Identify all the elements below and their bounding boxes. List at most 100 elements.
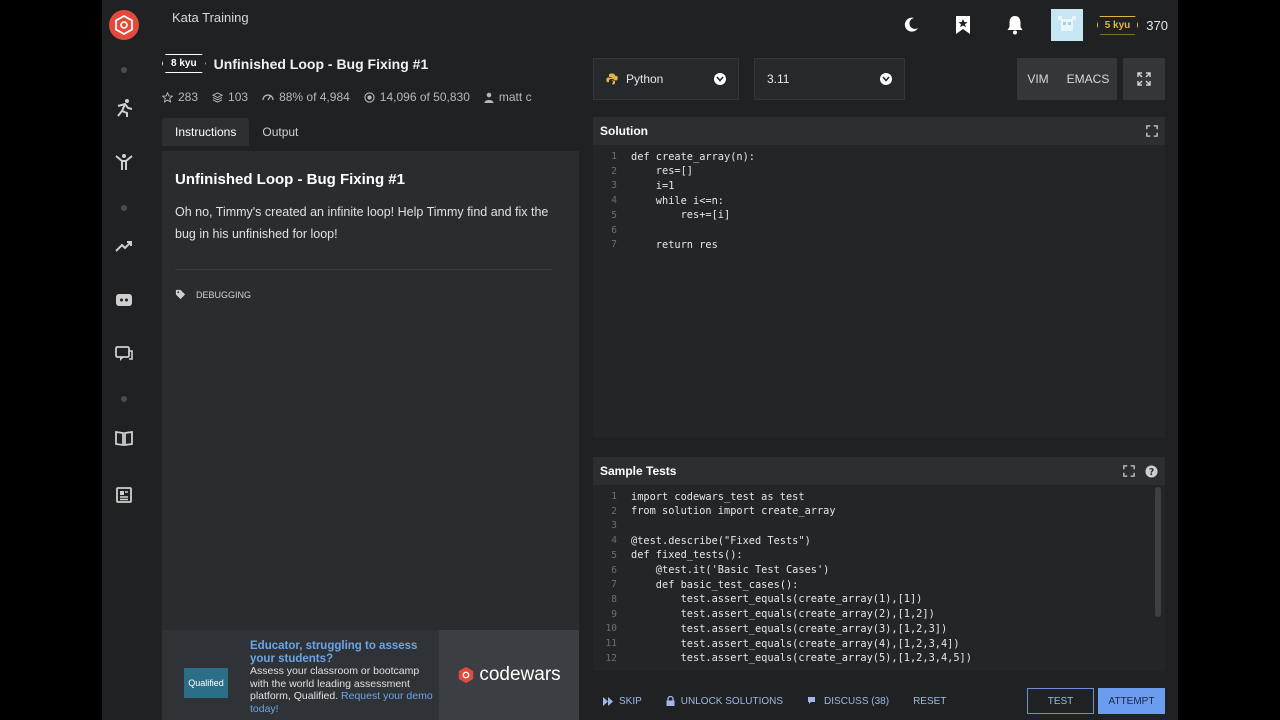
discuss-button[interactable]: DISCUSS (38) (807, 696, 889, 707)
code-line[interactable]: 9 test.assert_equals(create_array(2),[1,… (593, 607, 1165, 622)
line-number: 4 (611, 535, 617, 547)
line-number: 9 (611, 608, 617, 620)
emacs-mode-button[interactable]: EMACS (1059, 58, 1117, 100)
code-line[interactable]: 4 @test.describe("Fixed Tests") (593, 533, 1165, 548)
rail-separator (121, 67, 127, 73)
code-line[interactable]: 2 from solution import create_array (593, 504, 1165, 519)
line-number: 10 (605, 623, 617, 635)
ad-headline: Educator, struggling to assess your stud… (250, 640, 418, 665)
codewars-brand: codewars (439, 630, 579, 720)
tab-output[interactable]: Output (249, 118, 311, 146)
vim-mode-button[interactable]: VIM (1017, 58, 1059, 100)
code-text: res+=[i] (631, 209, 731, 222)
line-number: 5 (611, 209, 617, 221)
kata-title[interactable]: Unfinished Loop - Bug Fixing #1 (214, 56, 429, 72)
code-line[interactable]: 11 test.assert_equals(create_array(4),[1… (593, 636, 1165, 651)
solution-title: Solution (600, 124, 648, 138)
user-rank-badge: 5 kyu (1096, 15, 1139, 35)
code-line[interactable]: 1 import codewars_test as test (593, 489, 1165, 504)
code-text: test.assert_equals(create_array(2),[1,2]… (631, 608, 935, 621)
code-line[interactable]: 12 test.assert_equals(create_array(5),[1… (593, 651, 1165, 666)
kata-tag[interactable]: DEBUGGING (175, 289, 251, 300)
expand-icon (1137, 72, 1151, 86)
codewars-logo-icon (459, 666, 474, 684)
code-text: @test.describe("Fixed Tests") (631, 534, 811, 547)
tab-instructions[interactable]: Instructions (162, 118, 250, 146)
notifications-bell-icon[interactable] (989, 8, 1041, 42)
docs-book-icon[interactable] (114, 428, 134, 448)
sample-tests-header: Sample Tests ? (593, 457, 1165, 485)
blog-news-icon[interactable] (114, 485, 134, 505)
code-text: test.assert_equals(create_array(3),[1,2,… (631, 622, 948, 635)
fullscreen-button[interactable] (1123, 58, 1165, 100)
help-icon[interactable]: ? (1145, 464, 1158, 478)
editor-panel: Python 3.11 VIM EMACS Solution 1 def crea… (593, 50, 1165, 720)
code-line[interactable]: 4 while i<=n: (593, 193, 1165, 208)
expand-icon[interactable] (1146, 125, 1158, 137)
discord-icon[interactable] (114, 290, 134, 310)
line-number: 1 (611, 151, 617, 162)
code-text: test.assert_equals(create_array(1),[1]) (631, 593, 923, 606)
bookmark-star-icon[interactable] (937, 8, 989, 42)
target-icon (364, 91, 375, 103)
solution-editor[interactable]: 1 def create_array(n): 2 res=[] 3 i=1 4 whil… (593, 145, 1165, 438)
practice-icon[interactable] (114, 98, 134, 118)
line-number: 11 (605, 638, 617, 649)
code-line[interactable]: 7 return res (593, 237, 1165, 252)
code-line[interactable]: 5 res+=[i] (593, 208, 1165, 223)
python-icon (606, 73, 618, 85)
attempt-button[interactable]: ATTEMPT (1098, 688, 1165, 714)
dojo-icon[interactable] (114, 152, 134, 172)
code-line[interactable]: 1 def create_array(n): (593, 149, 1165, 164)
line-number: 3 (611, 520, 617, 532)
sample-tests-editor[interactable]: 1 import codewars_test as test 2 from solut… (593, 485, 1165, 671)
code-line[interactable]: 6 @test.it('Basic Test Cases') (593, 563, 1165, 578)
test-button[interactable]: TEST (1027, 688, 1094, 714)
author-stat[interactable]: matt c (484, 90, 532, 104)
advertisement[interactable]: Qualified Educator, struggling to assess… (162, 630, 579, 720)
collections-stat: 103 (212, 90, 248, 104)
line-number: 2 (611, 165, 617, 177)
instructions-pane: Unfinished Loop - Bug Fixing #1 Oh no, T… (162, 151, 579, 720)
breadcrumb[interactable]: Kata Training (172, 10, 249, 25)
code-text: @test.it('Basic Test Cases') (631, 564, 830, 576)
line-number: 12 (605, 652, 617, 664)
user-avatar[interactable] (1050, 9, 1083, 41)
code-line[interactable]: 7 def basic_test_cases(): (593, 577, 1165, 592)
star-icon (162, 91, 173, 103)
dark-mode-moon-icon[interactable] (885, 8, 937, 42)
line-number: 1 (611, 491, 617, 502)
code-text: test.assert_equals(create_array(5),[1,2,… (631, 652, 972, 665)
reset-button[interactable]: RESET (913, 696, 946, 707)
qualified-logo: Qualified (184, 668, 228, 698)
code-text: def basic_test_cases(): (631, 578, 799, 591)
expand-icon[interactable] (1123, 465, 1135, 477)
line-number: 6 (611, 224, 617, 236)
completed-stat: 14,096 of 50,830 (364, 90, 470, 104)
code-text: i=1 (631, 179, 675, 192)
code-text: return res (631, 238, 718, 251)
skip-button[interactable]: SKIP (603, 696, 642, 707)
stars-stat[interactable]: 283 (162, 90, 198, 104)
code-text: while i<=n: (631, 194, 724, 207)
trending-icon[interactable] (114, 236, 134, 256)
code-line[interactable]: 5 def fixed_tests(): (593, 548, 1165, 563)
svg-text:?: ? (1149, 466, 1154, 477)
version-select[interactable]: 3.11 (754, 58, 905, 100)
code-text: import codewars_test as test (631, 490, 805, 503)
tag-icon (175, 289, 186, 300)
codewars-logo-icon[interactable] (109, 10, 139, 40)
code-line[interactable]: 3 i=1 (593, 178, 1165, 193)
line-number: 5 (611, 549, 617, 561)
code-text: res=[] (631, 165, 693, 178)
fast-forward-icon (603, 696, 613, 706)
unlock-solutions-button[interactable]: UNLOCK SOLUTIONS (666, 696, 783, 707)
language-select[interactable]: Python (593, 58, 739, 100)
discussions-icon[interactable] (114, 344, 134, 364)
code-line[interactable]: 2 res=[] (593, 164, 1165, 179)
code-line[interactable]: 8 test.assert_equals(create_array(1),[1]… (593, 592, 1165, 607)
kata-header: 8 kyu Unfinished Loop - Bug Fixing #1 (162, 54, 428, 73)
code-line[interactable]: 10 test.assert_equals(create_array(3),[1… (593, 621, 1165, 636)
code-line[interactable]: 6 (593, 223, 1165, 238)
code-line[interactable]: 3 (593, 518, 1165, 533)
